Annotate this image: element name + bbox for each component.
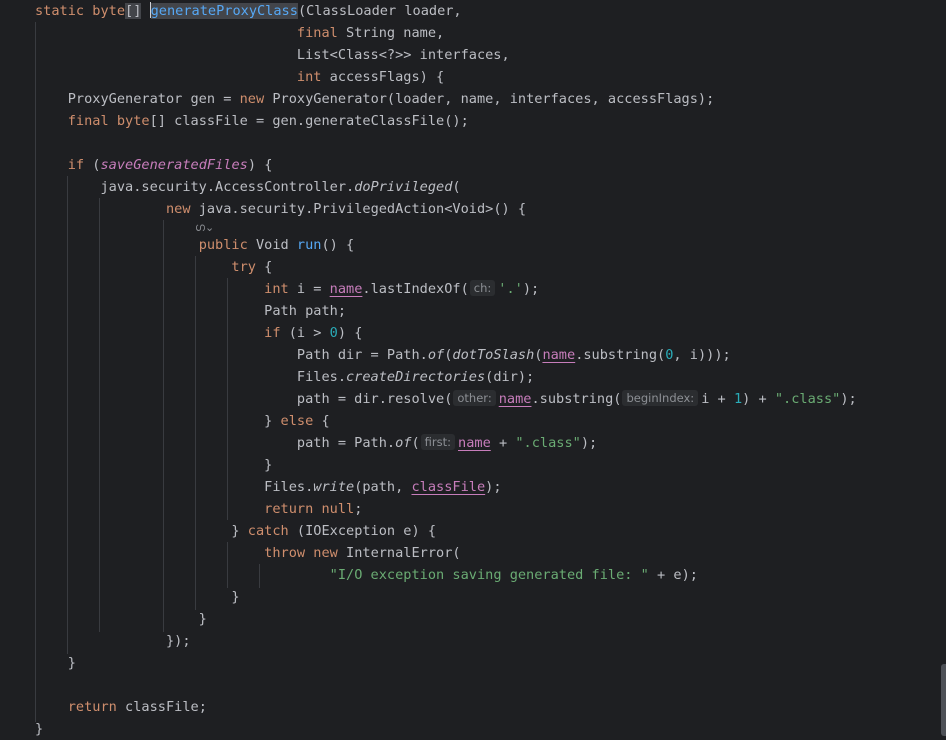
code-line[interactable]: ProxyGenerator gen = new ProxyGenerator(… xyxy=(35,88,715,110)
code-line[interactable]: } xyxy=(35,608,207,630)
code-line[interactable]: int i = name.lastIndexOf(ch: '.'); xyxy=(35,278,539,300)
parameter-hint: beginIndex: xyxy=(622,390,699,406)
code-line[interactable]: } xyxy=(35,454,272,476)
code-line[interactable]: java.security.AccessController.doPrivile… xyxy=(35,176,460,198)
code-line[interactable]: new java.security.PrivilegedAction<Void>… xyxy=(35,198,526,220)
parameter-hint: first: xyxy=(420,434,456,450)
code-line[interactable]: final String name, xyxy=(35,22,444,44)
code-line[interactable]: path = Path.of(first: name + ".class"); xyxy=(35,432,597,454)
code-line[interactable]: if (i > 0) { xyxy=(35,322,362,344)
code-line[interactable]: Path dir = Path.of(dotToSlash(name.subst… xyxy=(35,344,731,366)
code-line[interactable]: path = dir.resolve(other: name.substring(… xyxy=(35,388,857,410)
vertical-scrollbar-thumb[interactable] xyxy=(941,664,946,736)
parameter-hint: other: xyxy=(453,390,496,406)
code-line[interactable]: List<Class<?>> interfaces, xyxy=(35,44,510,66)
code-line[interactable]: } catch (IOException e) { xyxy=(35,520,436,542)
code-editor[interactable]: static byte[] generateProxyClass(ClassLo… xyxy=(0,0,946,737)
parameter-hint: ch: xyxy=(469,280,496,296)
code-line[interactable]: try { xyxy=(35,256,272,278)
code-line[interactable]: if (saveGeneratedFiles) { xyxy=(35,154,273,176)
code-line[interactable]: }); xyxy=(35,630,191,652)
code-line[interactable]: } else { xyxy=(35,410,330,432)
lambda-glyph: ഗ xyxy=(195,221,206,234)
code-line[interactable]: "I/O exception saving generated file: " … xyxy=(35,564,698,586)
code-line[interactable]: public Void run() { xyxy=(35,234,355,256)
code-line[interactable]: } xyxy=(35,586,239,608)
code-line[interactable]: } xyxy=(35,718,43,740)
code-line[interactable]: return classFile; xyxy=(35,696,207,718)
chevron-down-icon: ⌄ xyxy=(205,221,215,234)
code-line[interactable]: static byte[] generateProxyClass(ClassLo… xyxy=(35,0,462,22)
code-line[interactable]: Files.write(path, classFile); xyxy=(35,476,501,498)
code-line[interactable]: Path path; xyxy=(35,300,346,322)
code-line[interactable]: return null; xyxy=(35,498,362,520)
code-line[interactable]: } xyxy=(35,652,76,674)
code-line[interactable]: final byte[] classFile = gen.generateCla… xyxy=(35,110,469,132)
code-line[interactable]: throw new InternalError( xyxy=(35,542,460,564)
code-line[interactable]: Files.createDirectories(dir); xyxy=(35,366,534,388)
code-line[interactable]: int accessFlags) { xyxy=(35,66,444,88)
